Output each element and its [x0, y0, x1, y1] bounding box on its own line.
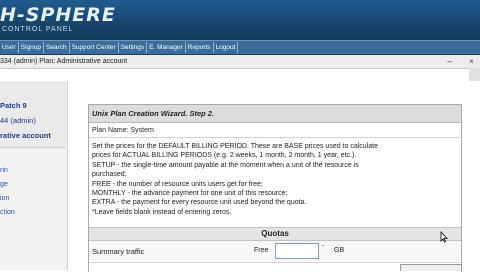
description-line-1: Set the prices for the DEFAULT BILLING P…	[92, 143, 378, 150]
nav-item-signup[interactable]: Signup	[19, 42, 44, 53]
nav-item-support-center[interactable]: Support Center	[70, 42, 119, 53]
quota-label: Summary traffic	[92, 247, 145, 256]
plan-name-row: Plan Name: System	[89, 123, 461, 138]
nav-item-user[interactable]: User	[0, 42, 19, 53]
wizard-panel: Unix Plan Creation Wizard. Step 2. Plan …	[88, 104, 462, 272]
user-plan-info: 334 (admin) Plan: Administrative account	[0, 58, 128, 65]
sidebar-link-2[interactable]: ge	[0, 181, 8, 188]
sidebar-link-3[interactable]: ion	[0, 195, 9, 202]
sidebar-version: Patch 9	[0, 101, 27, 110]
scrollbar-top[interactable]	[469, 68, 480, 81]
nav-item-e-manager[interactable]: E. Manager	[147, 42, 186, 53]
sidebar-account-box: Patch 9 44 (admin) rative account	[0, 81, 66, 148]
sidebar-account-role: rative account	[0, 131, 51, 140]
nav-item-reports[interactable]: Reports	[186, 42, 214, 53]
wizard-title-bar: Unix Plan Creation Wizard. Step 2.	[89, 105, 461, 123]
header-banner: H-SPHERE CONTROL PANEL	[0, 0, 480, 40]
sidebar: Patch 9 44 (admin) rative account rin ge…	[0, 81, 68, 270]
range-dash: -	[322, 243, 325, 250]
unit-label: GB	[334, 247, 345, 254]
close-icon[interactable]: ×	[467, 57, 476, 66]
user-info-bar: 334 (admin) Plan: Administrative account…	[0, 55, 480, 69]
quota-row-summary-traffic: Summary traffic Free - GB	[89, 241, 461, 261]
description-line-6: MONTHLY - the advance payment for one un…	[92, 190, 288, 197]
description-line-5: FREE - the number of resource units user…	[92, 180, 263, 188]
quotas-heading: Quotas	[89, 227, 461, 241]
nav-item-logout[interactable]: Logout	[214, 42, 239, 53]
free-traffic-input[interactable]	[275, 243, 319, 259]
sidebar-link-4[interactable]: ction	[0, 209, 15, 216]
description-line-2: prices for ACTUAL BILLING PERIODS (e.g. …	[92, 152, 357, 160]
nav-item-settings[interactable]: Settings	[119, 42, 148, 53]
logo-subtitle: CONTROL PANEL	[2, 26, 74, 33]
description-line-8: *Leave fields blank instead of entering …	[92, 208, 232, 216]
top-navigation: User Signup Search Support Center Settin…	[0, 40, 480, 55]
logo: H-SPHERE	[0, 4, 116, 26]
minimize-icon[interactable]: –	[445, 57, 454, 66]
plan-name-label: Plan Name: System	[92, 127, 154, 134]
mouse-cursor-icon	[440, 231, 448, 243]
description-line-7: EXTRA - the payment for every resource u…	[92, 199, 307, 207]
free-label: Free	[254, 247, 269, 254]
sidebar-link-1[interactable]: rin	[0, 167, 8, 174]
nav-item-search[interactable]: Search	[44, 42, 70, 53]
wizard-title: Unix Plan Creation Wizard. Step 2.	[92, 109, 215, 118]
description-line-4: purchased;	[92, 171, 127, 179]
description-line-3: SETUP - the single-time amount payable a…	[92, 161, 359, 169]
sidebar-account-id: 44 (admin)	[0, 116, 36, 125]
